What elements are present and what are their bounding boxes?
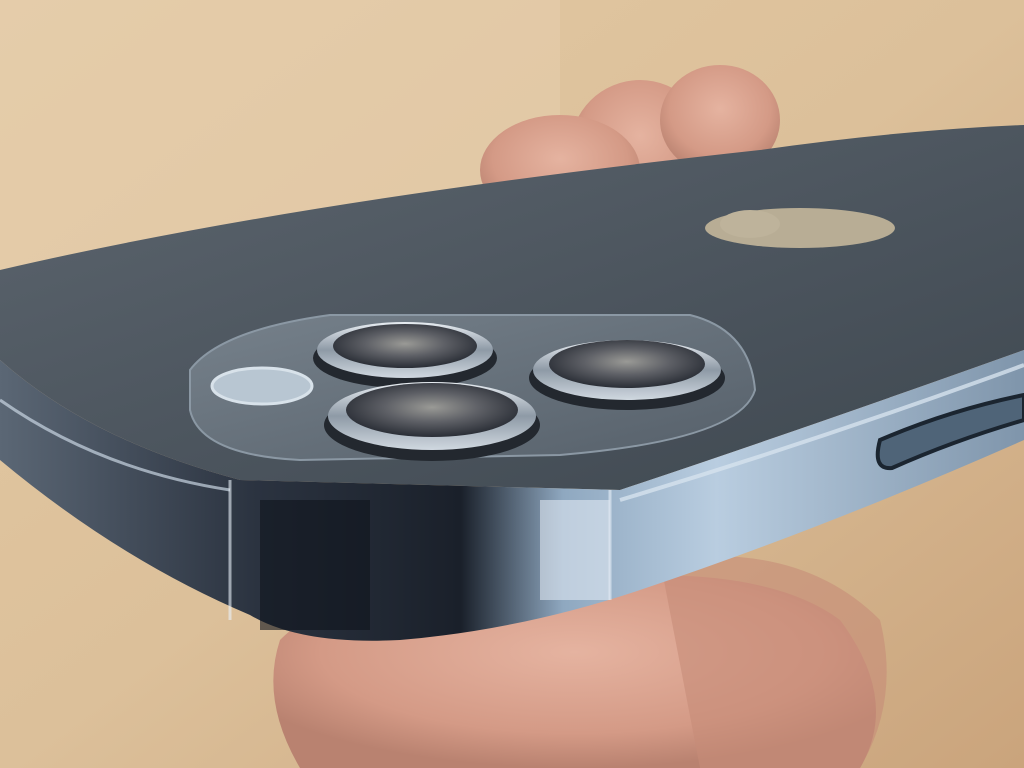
lens-right xyxy=(529,340,725,410)
lens-top xyxy=(313,322,497,388)
frame-dark-reflection xyxy=(260,500,370,630)
flash-icon xyxy=(210,366,314,406)
photo-scene xyxy=(0,0,1024,768)
apple-logo-icon xyxy=(705,208,895,248)
photo-canvas xyxy=(0,0,1024,768)
lens-bottom xyxy=(324,382,540,461)
camera-bump xyxy=(189,314,757,462)
frame-bright-reflection xyxy=(540,500,610,600)
